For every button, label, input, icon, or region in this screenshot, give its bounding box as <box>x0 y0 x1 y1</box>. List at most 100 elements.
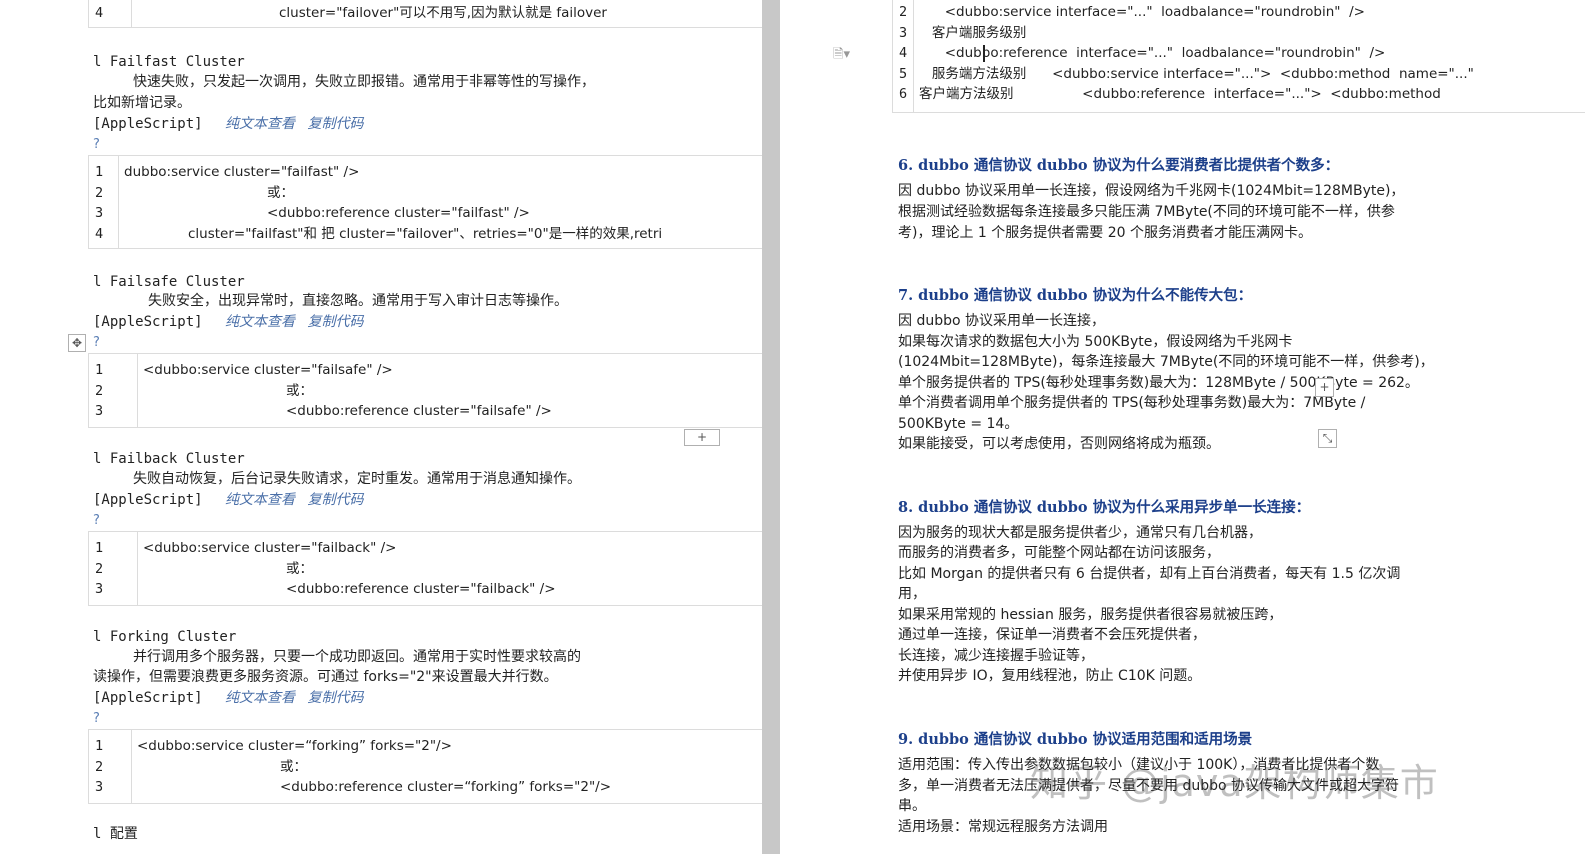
watermark: 知乎 @java架构师集市 <box>1030 761 1439 805</box>
code-line: <dubbo:reference cluster="failback" /> <box>286 581 556 597</box>
line-number: 1 <box>95 164 104 180</box>
code-line: 客户端方法级别 <dubbo:reference interface="..."… <box>919 86 1441 102</box>
line-number: 3 <box>95 403 104 419</box>
heading-section-8: 8. dubbo 通信协议 dubbo 协议为什么采用异步单一长连接： <box>898 499 1311 516</box>
right-document-page: 🗎▾ 2 3 4 5 6 <dubbo:service interface=".… <box>780 0 1585 854</box>
paragraph-line: 并使用异步 IO，复用线程池，防止 C10K 问题。 <box>898 668 1202 684</box>
code-language-label: [AppleScript] <box>93 314 203 330</box>
paragraph-line: 长连接，减少连接握手验证等， <box>898 648 1094 664</box>
paragraph-line: 如果采用常规的 hessian 服务，服务提供者很容易就被压跨， <box>898 607 1283 623</box>
line-number: 4 <box>95 5 104 21</box>
line-number: 6 <box>899 86 908 102</box>
table-move-handle-icon[interactable]: ✥ <box>68 334 86 352</box>
paragraph-line: 单个消费者调用单个服务提供者的 TPS(每秒处理事务数)最大为：7MByte / <box>898 395 1366 411</box>
add-row-button[interactable]: + <box>684 429 720 446</box>
line-number: 2 <box>899 4 908 20</box>
code-block-failfast: 1 2 3 4 dubbo:service cluster="failfast"… <box>88 155 762 249</box>
paragraph-line: 根据测试经验数据每条连接最多只能压满 7MByte(不同的环境可能不一样，供参 <box>898 204 1395 220</box>
copy-code-link[interactable]: 复制代码 <box>307 314 363 330</box>
help-question-mark[interactable]: ? <box>93 333 100 353</box>
paragraph-line: 如果能接受，可以考虑使用，否则网络将成为瓶颈。 <box>898 436 1220 452</box>
paragraph-line: (1024Mbit=128MByte)，每条连接最大 7MByte(不同的环境可… <box>898 354 1434 370</box>
view-plain-text-link[interactable]: 纯文本查看 <box>225 492 295 508</box>
failsafe-description: 失败安全，出现异常时，直接忽略。通常用于写入审计日志等操作。 <box>148 293 568 309</box>
paragraph-line: 因为服务的现状大都是服务提供者少，通常只有几台机器， <box>898 525 1262 541</box>
document-icon[interactable]: 🗎▾ <box>833 48 855 62</box>
line-number: 4 <box>899 45 908 61</box>
paragraph-line: 因 dubbo 协议采用单一长连接，假设网络为千兆网卡(1024Mbit=128… <box>898 183 1405 199</box>
code-toolbar-failsafe: [AppleScript] 纯文本查看 复制代码 <box>93 312 363 332</box>
code-line: <dubbo:service cluster="failsafe" /> <box>143 362 393 378</box>
help-question-mark[interactable]: ? <box>93 709 100 729</box>
code-line: <dubbo:reference cluster="failsafe" /> <box>286 403 552 419</box>
code-line: 或： <box>286 560 313 577</box>
copy-code-link[interactable]: 复制代码 <box>307 116 363 132</box>
code-block-failback: 1 2 3 <dubbo:service cluster="failback" … <box>88 531 762 606</box>
view-plain-text-link[interactable]: 纯文本查看 <box>225 116 295 132</box>
code-line: 客户端服务级别 <box>919 24 1027 41</box>
code-line: <dubbo:service interface="..." loadbalan… <box>919 4 1365 20</box>
code-line: cluster="failover"可以不用写,因为默认就是 failover <box>279 5 607 21</box>
paragraph-line: 如果每次请求的数据包大小为 500KByte，假设网络为千兆网卡 <box>898 334 1293 350</box>
code-language-label: [AppleScript] <box>93 492 203 508</box>
section-title-failback: l Failback Cluster <box>93 451 245 467</box>
page-gutter <box>762 0 780 854</box>
code-block-forking: 1 2 3 <dubbo:service cluster=“forking” f… <box>88 729 762 804</box>
section-title-forking: l Forking Cluster <box>93 629 237 645</box>
section-title-failfast: l Failfast Cluster <box>93 54 245 70</box>
code-line: 服务端方法级别 <dubbo:service interface="..."> … <box>919 65 1474 82</box>
failfast-description-cont: 比如新增记录。 <box>93 95 191 111</box>
line-number: 3 <box>899 24 908 41</box>
paragraph-line: 500KByte = 14。 <box>898 416 1019 432</box>
failfast-description: 快速失败，只发起一次调用，失败立即报错。通常用于非幂等性的写操作， <box>133 74 595 90</box>
code-line: 或： <box>280 758 307 775</box>
line-number: 3 <box>95 205 104 221</box>
code-block-loadbalance: 2 3 4 5 6 <dubbo:service interface="..."… <box>892 0 1585 113</box>
code-line: <dubbo:reference cluster=“forking” forks… <box>280 779 612 795</box>
line-number: 1 <box>95 540 104 556</box>
line-number: 2 <box>95 382 104 399</box>
section-title-failsafe: l Failsafe Cluster <box>93 274 245 290</box>
paragraph-line: 因 dubbo 协议采用单一长连接， <box>898 313 1105 329</box>
code-block-failover-tail: 4 cluster="failover"可以不用写,因为默认就是 failove… <box>88 0 762 28</box>
code-line: dubbo:service cluster="failfast" /> <box>124 164 360 180</box>
paragraph-line: 考)，理论上 1 个服务提供者需要 20 个服务消费者才能压满网卡。 <box>898 225 1312 241</box>
code-line: cluster="failfast"和 把 cluster="failover"… <box>188 225 663 242</box>
code-toolbar-failfast: [AppleScript] 纯文本查看 复制代码 <box>93 114 363 134</box>
text-cursor <box>983 45 985 62</box>
code-language-label: [AppleScript] <box>93 116 203 132</box>
line-number: 1 <box>95 738 104 754</box>
line-number: 1 <box>95 362 104 378</box>
code-language-label: [AppleScript] <box>93 690 203 706</box>
code-block-failsafe: 1 2 3 <dubbo:service cluster="failsafe" … <box>88 353 762 428</box>
line-number: 2 <box>95 560 104 577</box>
line-number: 3 <box>95 779 104 795</box>
code-line: <dubbo:reference interface="..." loadbal… <box>919 45 1386 61</box>
paragraph-line: 比如 Morgan 的提供者只有 6 台提供者，却有上百台消费者，每天有 1.5… <box>898 566 1401 582</box>
heading-section-7: 7. dubbo 通信协议 dubbo 协议为什么不能传大包： <box>898 287 1253 304</box>
failback-description: 失败自动恢复，后台记录失败请求，定时重发。通常用于消息通知操作。 <box>133 471 581 487</box>
paragraph-line: 串。 <box>898 798 926 814</box>
paragraph-line: 单个服务提供者的 TPS(每秒处理事务数)最大为：128MByte / 500K… <box>898 375 1419 391</box>
resize-handle-icon[interactable]: ⤡ <box>1318 429 1337 448</box>
code-line: <dubbo:service cluster="failback" /> <box>143 540 397 556</box>
code-line: 或： <box>286 382 313 399</box>
help-question-mark[interactable]: ? <box>93 135 100 155</box>
line-number: 4 <box>95 225 104 242</box>
code-toolbar-failback: [AppleScript] 纯文本查看 复制代码 <box>93 490 363 510</box>
code-toolbar-forking: [AppleScript] 纯文本查看 复制代码 <box>93 688 363 708</box>
view-plain-text-link[interactable]: 纯文本查看 <box>225 690 295 706</box>
forking-description: 并行调用多个服务器，只要一个成功即返回。通常用于实时性要求较高的 <box>133 649 581 665</box>
section-title-config: l 配置 <box>93 826 138 842</box>
view-plain-text-link[interactable]: 纯文本查看 <box>225 314 295 330</box>
copy-code-link[interactable]: 复制代码 <box>307 690 363 706</box>
paragraph-line: 而服务的消费者多，可能整个网站都在访问该服务， <box>898 545 1220 561</box>
paragraph-line: 用， <box>898 586 926 602</box>
add-comment-button[interactable]: + <box>1315 378 1334 397</box>
heading-section-9: 9. dubbo 通信协议 dubbo 协议适用范围和适用场景 <box>898 731 1253 748</box>
help-question-mark[interactable]: ? <box>93 511 100 531</box>
copy-code-link[interactable]: 复制代码 <box>307 492 363 508</box>
forking-description-cont: 读操作，但需要浪费更多服务资源。可通过 forks="2"来设置最大并行数。 <box>93 669 558 685</box>
heading-section-6: 6. dubbo 通信协议 dubbo 协议为什么要消费者比提供者个数多： <box>898 157 1340 174</box>
line-number: 2 <box>95 758 104 775</box>
